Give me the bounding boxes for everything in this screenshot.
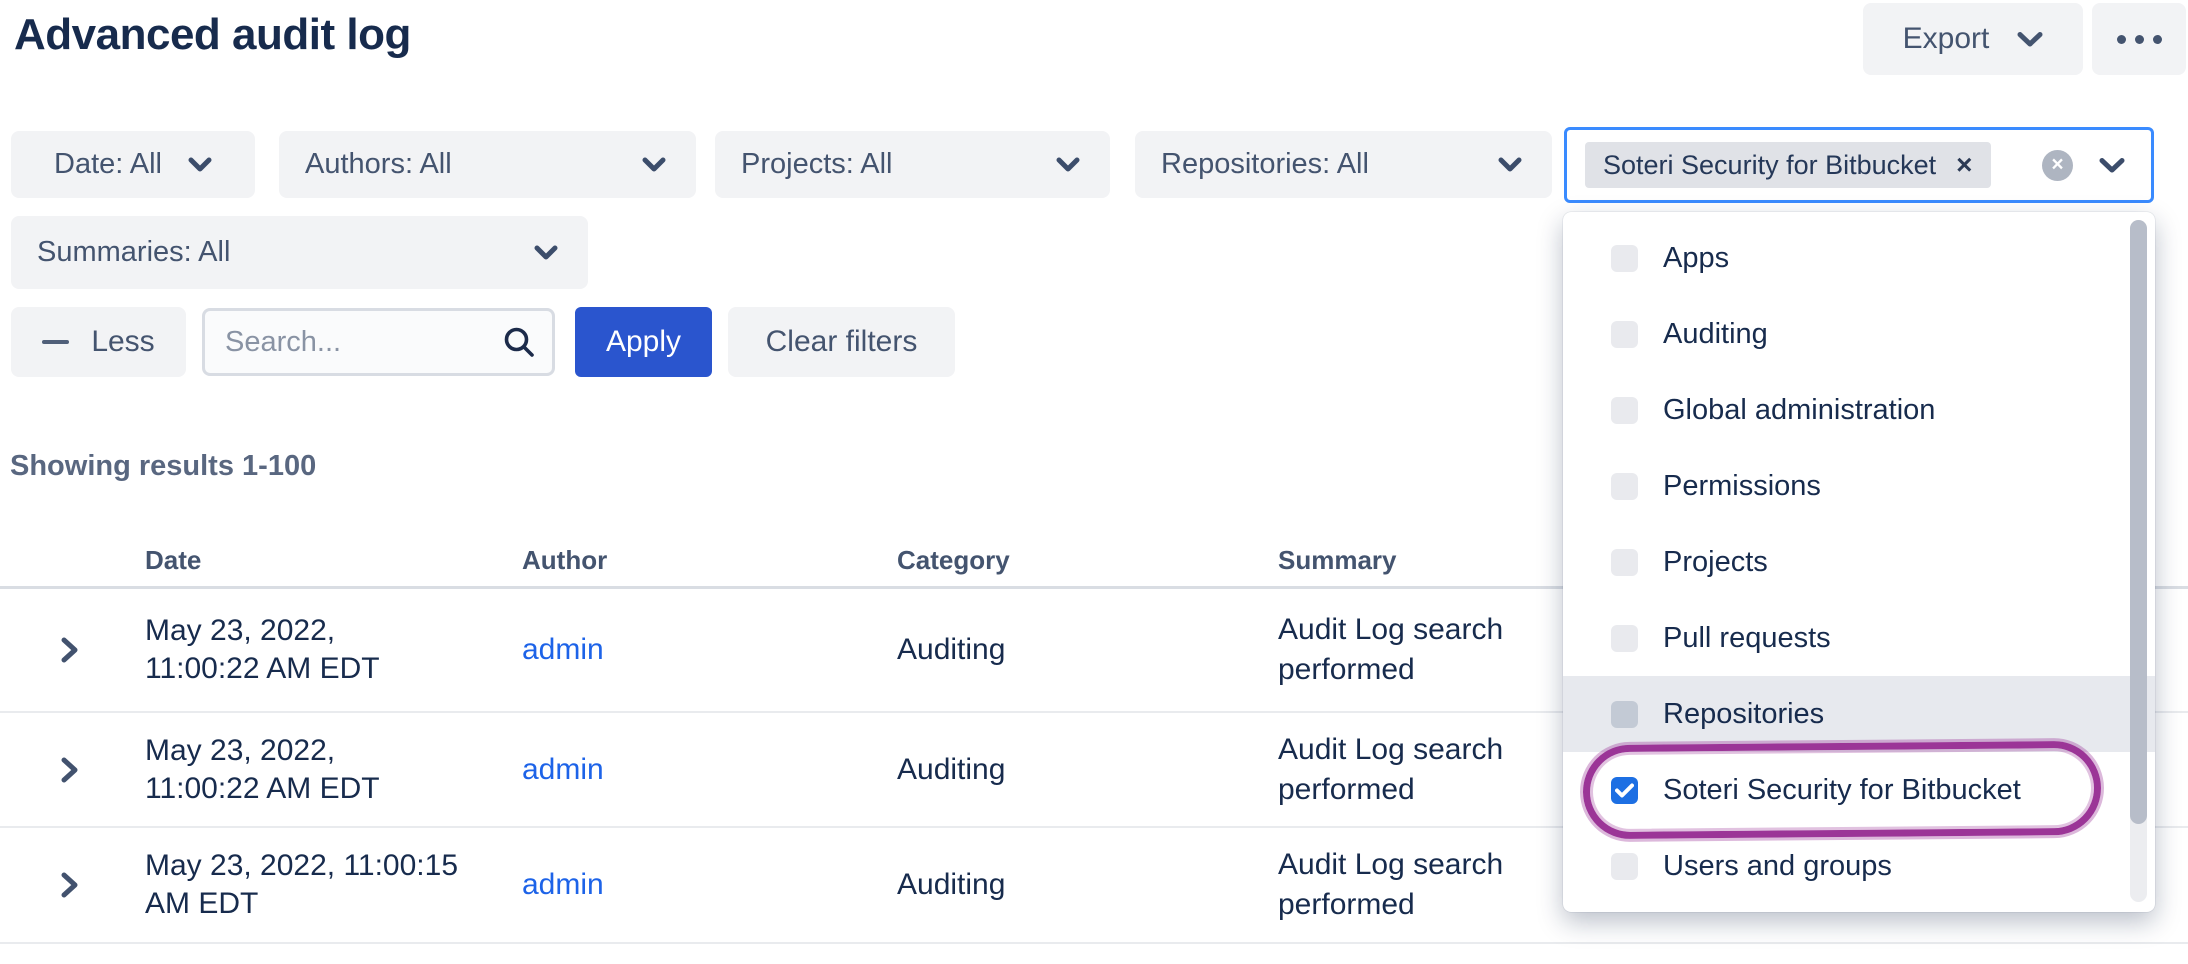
- clear-filters-label: Clear filters: [766, 325, 918, 359]
- ellipsis-icon: [2117, 35, 2126, 44]
- dropdown-option-label: Repositories: [1663, 698, 1824, 731]
- checkbox-unchecked[interactable]: [1611, 473, 1638, 500]
- dropdown-option-auditing[interactable]: Auditing: [1563, 296, 2155, 372]
- cell-date: May 23, 2022, 11:00:15AM EDT: [145, 847, 515, 923]
- dropdown-scrollbar-track[interactable]: [2130, 220, 2147, 902]
- cell-summary: Audit Log searchperformed: [1278, 845, 1578, 925]
- dropdown-option-pull-requests[interactable]: Pull requests: [1563, 600, 2155, 676]
- cell-summary: Audit Log searchperformed: [1278, 610, 1578, 690]
- less-filters-button[interactable]: Less: [11, 307, 186, 377]
- column-header-category: Category: [897, 545, 1010, 576]
- dropdown-option-label: Permissions: [1663, 470, 1821, 503]
- selected-category-tag: Soteri Security for Bitbucket ×: [1585, 142, 1991, 188]
- categories-dropdown-menu: Apps Auditing Global administration Perm…: [1563, 212, 2155, 912]
- dropdown-option-users-and-groups[interactable]: Users and groups: [1563, 828, 2155, 904]
- projects-filter-label: Projects: All: [741, 148, 893, 181]
- dropdown-option-label: Global administration: [1663, 394, 1935, 427]
- cell-category: Auditing: [897, 753, 1005, 787]
- more-actions-button[interactable]: [2092, 3, 2186, 75]
- ellipsis-icon: [2135, 35, 2144, 44]
- repositories-filter-dropdown[interactable]: Repositories: All: [1135, 131, 1552, 198]
- chevron-down-icon: [642, 157, 666, 173]
- checkbox-unchecked[interactable]: [1611, 245, 1638, 272]
- search-input[interactable]: [223, 325, 502, 360]
- summaries-filter-label: Summaries: All: [37, 236, 230, 269]
- repositories-filter-label: Repositories: All: [1161, 148, 1369, 181]
- search-icon: [502, 325, 536, 359]
- checkbox-checked[interactable]: [1611, 777, 1638, 804]
- dropdown-option-projects[interactable]: Projects: [1563, 524, 2155, 600]
- date-filter-dropdown[interactable]: Date: All: [11, 131, 255, 198]
- search-field[interactable]: [202, 308, 555, 376]
- column-header-author: Author: [522, 545, 607, 576]
- author-link[interactable]: admin: [522, 868, 604, 902]
- checkbox-unchecked[interactable]: [1611, 853, 1638, 880]
- author-link[interactable]: admin: [522, 753, 604, 787]
- dropdown-option-label: Users and groups: [1663, 850, 1892, 883]
- checkbox-unchecked[interactable]: [1611, 549, 1638, 576]
- dropdown-option-apps[interactable]: Apps: [1563, 220, 2155, 296]
- selected-category-tag-label: Soteri Security for Bitbucket: [1603, 150, 1936, 181]
- date-filter-label: Date: All: [54, 148, 162, 181]
- author-link[interactable]: admin: [522, 633, 604, 667]
- export-button[interactable]: Export: [1863, 3, 2083, 75]
- categories-filter-multiselect[interactable]: Soteri Security for Bitbucket × ×: [1564, 127, 2154, 203]
- dropdown-option-label: Projects: [1663, 546, 1768, 579]
- export-button-label: Export: [1903, 22, 1990, 56]
- authors-filter-label: Authors: All: [305, 148, 452, 181]
- dropdown-option-label: Auditing: [1663, 318, 1768, 351]
- cell-date: May 23, 2022,11:00:22 AM EDT: [145, 612, 515, 688]
- cell-category: Auditing: [897, 633, 1005, 667]
- minus-icon: [42, 340, 69, 344]
- less-button-label: Less: [91, 325, 154, 359]
- dropdown-option-label: Pull requests: [1663, 622, 1831, 655]
- cell-category: Auditing: [897, 868, 1005, 902]
- results-count-text: Showing results 1-100: [10, 450, 316, 483]
- checkbox-unchecked[interactable]: [1611, 397, 1638, 424]
- cell-summary: Audit Log searchperformed: [1278, 730, 1578, 810]
- checkbox-unchecked[interactable]: [1611, 625, 1638, 652]
- advanced-audit-log-page: Advanced audit log Export Date: All Auth…: [0, 0, 2188, 964]
- chevron-down-icon: [1056, 157, 1080, 173]
- chevron-down-icon: [188, 157, 212, 173]
- column-header-summary: Summary: [1278, 545, 1397, 576]
- dropdown-option-label: Apps: [1663, 242, 1729, 275]
- dropdown-option-permissions[interactable]: Permissions: [1563, 448, 2155, 524]
- chevron-down-icon: [1498, 157, 1522, 173]
- summaries-filter-dropdown[interactable]: Summaries: All: [11, 216, 588, 289]
- apply-button[interactable]: Apply: [575, 307, 712, 377]
- chevron-down-icon: [534, 245, 558, 261]
- clear-filters-button[interactable]: Clear filters: [728, 307, 955, 377]
- ellipsis-icon: [2153, 35, 2162, 44]
- checkbox-unchecked[interactable]: [1611, 701, 1638, 728]
- dropdown-option-repositories[interactable]: Repositories: [1563, 676, 2155, 752]
- projects-filter-dropdown[interactable]: Projects: All: [715, 131, 1110, 198]
- expand-row-chevron-icon[interactable]: [58, 756, 81, 784]
- cell-date: May 23, 2022,11:00:22 AM EDT: [145, 732, 515, 808]
- expand-row-chevron-icon[interactable]: [58, 636, 81, 664]
- chevron-down-icon[interactable]: [2099, 157, 2125, 174]
- column-header-date: Date: [145, 545, 201, 576]
- dropdown-option-global-administration[interactable]: Global administration: [1563, 372, 2155, 448]
- dropdown-scrollbar-thumb[interactable]: [2130, 220, 2147, 824]
- authors-filter-dropdown[interactable]: Authors: All: [279, 131, 696, 198]
- clear-selection-icon[interactable]: ×: [2042, 150, 2073, 181]
- checkbox-unchecked[interactable]: [1611, 321, 1638, 348]
- expand-row-chevron-icon[interactable]: [58, 871, 81, 899]
- dropdown-option-label: Soteri Security for Bitbucket: [1663, 774, 2021, 807]
- dropdown-option-soteri-security[interactable]: Soteri Security for Bitbucket: [1563, 752, 2155, 828]
- page-title: Advanced audit log: [14, 10, 411, 60]
- remove-tag-icon[interactable]: ×: [1956, 151, 1972, 179]
- chevron-down-icon: [2017, 31, 2043, 48]
